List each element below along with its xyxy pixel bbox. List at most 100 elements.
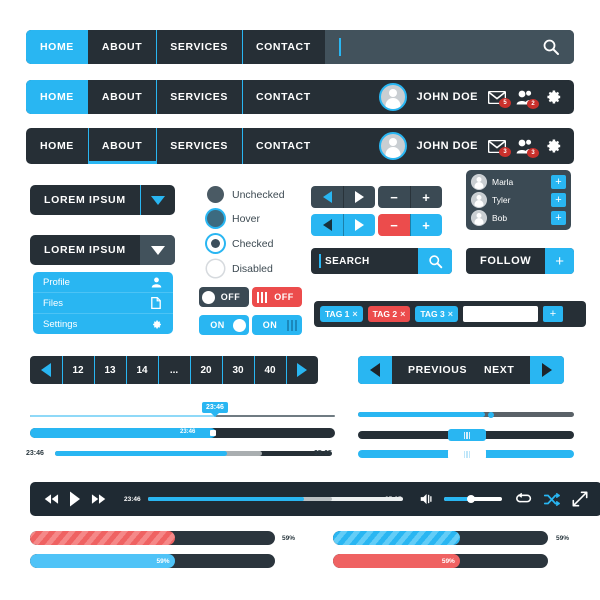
- radio-unchecked[interactable]: Unchecked: [207, 186, 285, 203]
- chevron-down-icon[interactable]: [139, 185, 175, 215]
- slider-handle[interactable]: [448, 429, 486, 441]
- media-player-bar: 23:46 35:05: [30, 482, 600, 516]
- next-arrow-icon[interactable]: [343, 214, 375, 236]
- friends-icon[interactable]: 2: [516, 90, 539, 109]
- menu-item-profile[interactable]: Profile: [33, 272, 173, 292]
- tag-chip[interactable]: TAG 2 ×: [367, 306, 411, 322]
- chevron-down-icon[interactable]: [139, 235, 175, 265]
- nav-item-home[interactable]: HOME: [26, 30, 88, 64]
- minus-button[interactable]: −: [378, 214, 410, 236]
- friends-icon[interactable]: 3: [516, 139, 539, 158]
- fast-forward-icon[interactable]: [91, 493, 106, 505]
- radio-icon[interactable]: [207, 186, 224, 203]
- pagination-next-button[interactable]: [286, 356, 318, 384]
- search-button[interactable]: [418, 248, 452, 274]
- radio-icon[interactable]: [207, 210, 224, 227]
- add-user-button[interactable]: +: [551, 211, 566, 225]
- slider-handle[interactable]: [488, 411, 494, 418]
- page-number[interactable]: 40: [254, 356, 286, 384]
- nav-item-home[interactable]: HOME: [26, 80, 88, 114]
- volume-slider[interactable]: [443, 495, 502, 503]
- shuffle-icon[interactable]: [544, 492, 560, 506]
- nav-item-home[interactable]: HOME: [26, 128, 88, 164]
- play-icon[interactable]: [69, 491, 81, 507]
- close-icon[interactable]: ×: [400, 309, 405, 319]
- menu-item-files[interactable]: Files: [33, 292, 173, 313]
- slider-right-dark[interactable]: [358, 429, 574, 441]
- avatar[interactable]: [378, 132, 407, 160]
- toggle-off-red[interactable]: OFF: [252, 287, 302, 307]
- tag-chip[interactable]: TAG 3 ×: [415, 306, 459, 322]
- nav-item-about[interactable]: ABOUT: [88, 80, 156, 114]
- slider-thick-with-value[interactable]: 23:46: [30, 428, 335, 438]
- page-number[interactable]: 13: [94, 356, 126, 384]
- next-button[interactable]: NEXT: [468, 356, 565, 384]
- radio-checked[interactable]: Checked: [207, 235, 273, 252]
- radio-label: Unchecked: [232, 188, 285, 201]
- prev-arrow-icon[interactable]: [311, 186, 343, 208]
- avatar[interactable]: [378, 83, 407, 111]
- page-number[interactable]: 30: [222, 356, 254, 384]
- previous-button[interactable]: PREVIOUS: [358, 356, 484, 384]
- gear-icon[interactable]: [544, 88, 562, 106]
- pagination-prev-button[interactable]: [30, 356, 62, 384]
- search-icon[interactable]: [542, 38, 560, 56]
- close-icon[interactable]: ×: [352, 309, 357, 319]
- toggle-on-blue[interactable]: ON: [199, 315, 249, 335]
- nav-item-contact[interactable]: CONTACT: [241, 30, 325, 64]
- nav-item-about[interactable]: ABOUT: [88, 30, 156, 64]
- radio-hover[interactable]: Hover: [207, 210, 260, 227]
- nav-item-contact[interactable]: CONTACT: [241, 80, 325, 114]
- rewind-icon[interactable]: [44, 493, 59, 505]
- minus-button[interactable]: −: [378, 186, 410, 208]
- nav-item-services[interactable]: SERVICES: [156, 80, 242, 114]
- mail-icon[interactable]: 3: [488, 139, 511, 157]
- repeat-icon[interactable]: [515, 492, 532, 506]
- radio-icon[interactable]: [207, 235, 224, 252]
- plus-button[interactable]: +: [410, 186, 442, 208]
- mail-icon[interactable]: 5: [488, 90, 511, 108]
- tag-label: TAG 3: [420, 309, 445, 319]
- slider-tooltip: 23:46: [202, 402, 228, 413]
- slider-with-time-labels[interactable]: 23:46 35:05: [26, 448, 341, 460]
- volume-handle[interactable]: [466, 495, 475, 503]
- slider-handle[interactable]: [210, 430, 216, 436]
- nav-item-contact[interactable]: CONTACT: [241, 128, 325, 164]
- dropdown-default[interactable]: LOREM IPSUM: [30, 185, 175, 215]
- toggle-off-dark[interactable]: OFF: [199, 287, 249, 307]
- toggle-on-blue-bars[interactable]: ON: [252, 315, 302, 335]
- add-user-button[interactable]: +: [551, 193, 566, 207]
- next-arrow-icon[interactable]: [343, 186, 375, 208]
- fullscreen-icon[interactable]: [572, 491, 588, 507]
- prev-arrow-icon[interactable]: [311, 214, 343, 236]
- menu-item-settings[interactable]: Settings: [33, 313, 173, 334]
- volume-icon[interactable]: [420, 492, 435, 506]
- search-field[interactable]: SEARCH: [311, 248, 452, 274]
- page-number[interactable]: 14: [126, 356, 158, 384]
- add-tag-button[interactable]: +: [543, 306, 564, 322]
- gear-icon[interactable]: [544, 137, 562, 155]
- slider-handle[interactable]: [448, 448, 486, 460]
- slider-right-blue[interactable]: [358, 448, 574, 460]
- close-icon[interactable]: ×: [448, 309, 453, 319]
- plus-button[interactable]: +: [410, 214, 442, 236]
- search-input[interactable]: SEARCH: [311, 248, 418, 274]
- nav-item-about[interactable]: ABOUT: [87, 128, 157, 164]
- follow-button[interactable]: FOLLOW +: [466, 248, 574, 274]
- add-user-button[interactable]: +: [551, 175, 566, 189]
- next-label: NEXT: [484, 364, 515, 376]
- file-icon: [151, 297, 163, 309]
- slider-thin-with-tooltip[interactable]: 23:46: [30, 402, 335, 421]
- follow-plus-button[interactable]: +: [545, 248, 574, 274]
- tag-input[interactable]: [463, 306, 539, 322]
- slider-right-thin[interactable]: [358, 411, 574, 419]
- avatar: [471, 174, 487, 190]
- nav-item-services[interactable]: SERVICES: [156, 128, 242, 164]
- nav-item-services[interactable]: SERVICES: [156, 30, 242, 64]
- navbar-search-input[interactable]: [324, 30, 574, 64]
- player-progress-bar[interactable]: [147, 497, 403, 501]
- page-number[interactable]: 20: [190, 356, 222, 384]
- page-number[interactable]: 12: [62, 356, 94, 384]
- dropdown-hovered[interactable]: LOREM IPSUM: [30, 235, 175, 265]
- tag-chip[interactable]: TAG 1 ×: [320, 306, 363, 322]
